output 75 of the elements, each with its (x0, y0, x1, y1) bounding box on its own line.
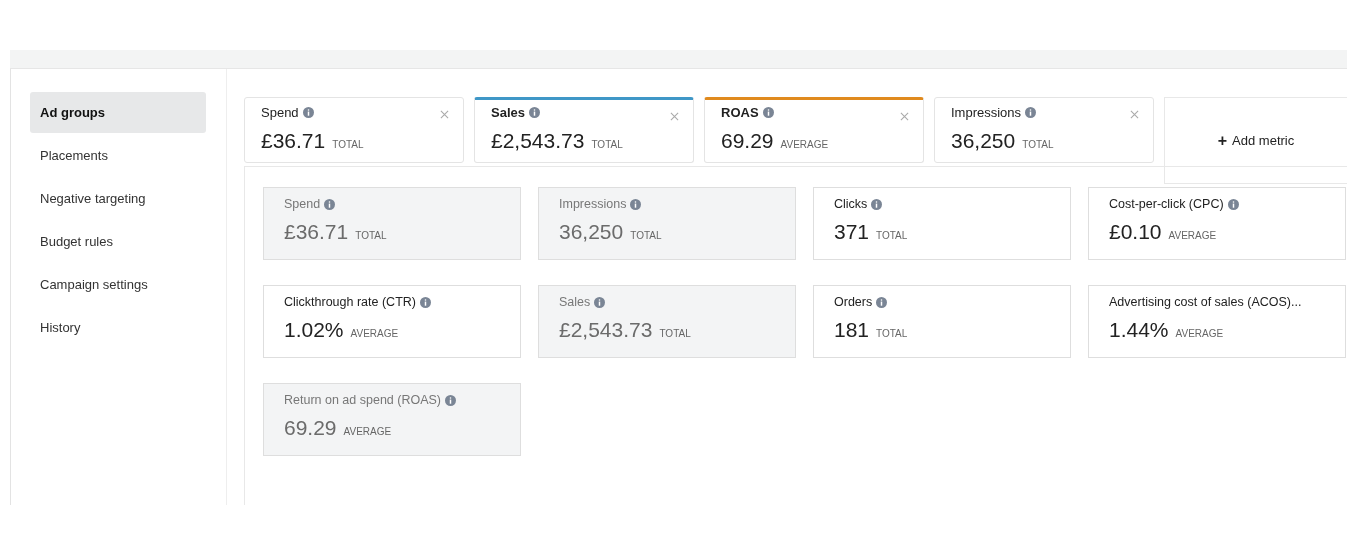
metric-name: Return on ad spend (ROAS) (284, 393, 442, 407)
close-icon[interactable] (440, 110, 449, 119)
metric-unit: TOTAL (659, 328, 691, 339)
metric-value: £0.10 (1109, 220, 1162, 244)
info-icon (302, 107, 314, 118)
sidebar-item[interactable]: Negative targeting (30, 178, 206, 219)
metric-unit: AVERAGE (1175, 328, 1224, 339)
metric-value: 1.02% (284, 318, 344, 342)
sidebar-item[interactable]: Placements (30, 135, 206, 176)
metric-name: Orders (834, 295, 873, 309)
metric-name: Sales (559, 295, 591, 309)
metric-card[interactable]: Return on ad spend (ROAS) 69.29 AVERAGE (263, 383, 521, 456)
info-icon (1227, 198, 1239, 210)
metric-value: 69.29 (721, 129, 774, 153)
metric-name: Spend (261, 105, 299, 120)
add-metric-button[interactable]: + Add metric (1213, 127, 1299, 154)
metric-chip[interactable]: Spend £36.71 TOTAL (244, 97, 464, 163)
info-icon (1025, 107, 1037, 118)
metric-name: Impressions (951, 105, 1022, 120)
info-icon (529, 107, 540, 118)
metric-name: Advertising cost of sales (ACOS)... (1109, 295, 1302, 309)
info-icon (871, 198, 883, 210)
metric-card[interactable]: Impressions 36,250 TOTAL (538, 187, 796, 260)
metric-value: 371 (834, 220, 870, 244)
metric-name: Clicks (834, 197, 868, 211)
metric-name: Clickthrough rate (CTR) (284, 295, 416, 309)
close-icon[interactable] (670, 112, 679, 121)
metric-name: Sales (491, 105, 525, 120)
metric-value: £36.71 (261, 129, 326, 153)
metric-unit: TOTAL (1022, 139, 1054, 150)
metric-value: £2,543.73 (491, 129, 585, 153)
metric-unit: AVERAGE (343, 426, 392, 437)
metric-unit: AVERAGE (780, 139, 829, 150)
metric-unit: AVERAGE (1168, 230, 1217, 241)
metric-card[interactable]: Spend £36.71 TOTAL (263, 187, 521, 260)
info-icon (445, 394, 457, 406)
metric-chip[interactable]: Impressions 36,250 TOTAL (934, 97, 1154, 163)
metric-card[interactable]: Sales £2,543.73 TOTAL (538, 285, 796, 358)
sidebar-item[interactable]: History (30, 307, 206, 348)
metric-name: Spend (284, 197, 321, 211)
metric-name: Impressions (559, 197, 627, 211)
metric-unit: TOTAL (355, 230, 387, 241)
metric-unit: TOTAL (591, 139, 623, 150)
metric-value: £36.71 (284, 220, 349, 244)
metric-card[interactable]: Advertising cost of sales (ACOS)... 1.44% AVERAGE (1088, 285, 1346, 358)
info-icon (762, 107, 774, 118)
close-icon[interactable] (1130, 110, 1139, 119)
metric-unit: TOTAL (332, 139, 364, 150)
metric-card[interactable]: Orders 181 TOTAL (813, 285, 1071, 358)
metric-card[interactable]: Cost-per-click (CPC) £0.10 AVERAGE (1088, 187, 1346, 260)
metric-value: £2,543.73 (559, 318, 653, 342)
metric-name: ROAS (721, 105, 759, 120)
metric-name: Cost-per-click (CPC) (1109, 197, 1224, 211)
metric-card[interactable]: Clicks 371 TOTAL (813, 187, 1071, 260)
sidebar-item[interactable]: Ad groups (30, 92, 206, 133)
metric-chip[interactable]: Sales £2,543.73 TOTAL (474, 97, 694, 163)
metric-value: 1.44% (1109, 318, 1169, 342)
metric-chip[interactable]: ROAS 69.29 AVERAGE (704, 97, 924, 163)
info-icon (594, 296, 606, 308)
metric-value: 36,250 (559, 220, 624, 244)
metric-unit: TOTAL (876, 230, 908, 241)
info-icon (324, 198, 336, 210)
metric-card[interactable]: Clickthrough rate (CTR) 1.02% AVERAGE (263, 285, 521, 358)
info-icon (630, 198, 642, 210)
info-icon (420, 296, 431, 308)
metric-unit: AVERAGE (350, 328, 399, 339)
metric-unit: TOTAL (630, 230, 662, 241)
metric-unit: TOTAL (876, 328, 908, 339)
info-icon (876, 296, 888, 308)
metric-value: 36,250 (951, 129, 1016, 153)
sidebar-item[interactable]: Campaign settings (30, 264, 206, 305)
close-icon[interactable] (900, 112, 909, 121)
metric-value: 181 (834, 318, 870, 342)
metric-value: 69.29 (284, 416, 337, 440)
sidebar-item[interactable]: Budget rules (30, 221, 206, 262)
